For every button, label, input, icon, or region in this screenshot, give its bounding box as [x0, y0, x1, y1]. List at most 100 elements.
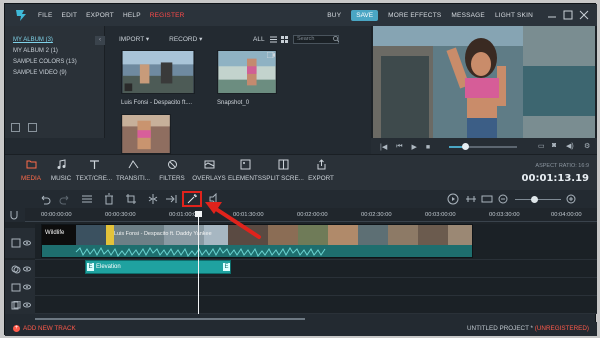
ruler-tick: 00:02:30:00 — [361, 212, 392, 218]
media-thumbnail[interactable] — [121, 114, 171, 154]
back-arrow-icon[interactable]: ‹ — [95, 36, 105, 45]
highlight-box — [182, 191, 202, 207]
ruler-tick: 00:01:30:00 — [233, 212, 264, 218]
edit-toolbar — [5, 190, 597, 208]
menu-register[interactable]: REGISTER — [150, 12, 185, 19]
settings-icon[interactable]: ⚙ — [584, 142, 590, 150]
stop-icon[interactable]: ■ — [426, 144, 430, 151]
video-track-header — [5, 228, 35, 258]
text-icon — [89, 160, 99, 169]
adjust-icon[interactable] — [81, 193, 93, 205]
grid-view-icon[interactable] — [281, 36, 288, 43]
menu-edit[interactable]: EDIT — [62, 12, 78, 19]
playhead-line[interactable] — [198, 214, 199, 314]
fit-icon[interactable] — [481, 193, 493, 205]
timeline-scrollbar[interactable] — [35, 318, 305, 320]
audio-clip[interactable]: E Elevation E — [85, 260, 231, 274]
redo-icon[interactable] — [59, 193, 71, 205]
clip-handle-right-icon[interactable]: E — [223, 263, 230, 271]
album-item[interactable]: SAMPLE VIDEO (9) — [5, 67, 104, 78]
speed-icon[interactable] — [165, 193, 177, 205]
text-track — [35, 278, 597, 296]
ruler-tick: 00:03:00:00 — [425, 212, 456, 218]
clip-caption: Luis Fonsi - Despacito ft. Daddy Yankee — [114, 231, 212, 237]
marker-icon[interactable] — [465, 193, 477, 205]
transition-icon — [128, 160, 138, 169]
music-track-icon — [11, 301, 21, 310]
preview-panel — [371, 26, 597, 138]
menu-right-group: BUY SAVE MORE EFFECTS MESSAGE LIGHT SKIN — [327, 4, 591, 26]
album-item[interactable]: MY ALBUM 2 (1) — [5, 45, 104, 56]
music-track-header — [5, 296, 35, 314]
ruler-tick: 00:02:00:00 — [297, 212, 328, 218]
list-view-icon[interactable] — [270, 36, 277, 43]
eye-icon[interactable] — [23, 266, 31, 272]
close-icon[interactable] — [577, 9, 591, 21]
video-clip[interactable]: Wildlife Luis Fonsi - Despacito ft. Dadd… — [41, 224, 473, 258]
volume-icon[interactable]: ◀) — [566, 142, 574, 150]
minimize-icon[interactable] — [545, 9, 559, 21]
add-new-track-button[interactable]: ADD NEW TRACK — [23, 325, 76, 332]
save-button[interactable]: SAVE — [351, 9, 379, 21]
rewind-icon[interactable]: ⏮ — [396, 143, 402, 151]
split-screen-icon — [278, 159, 288, 170]
prev-frame-icon[interactable]: |◀ — [380, 143, 387, 151]
more-effects-link[interactable]: MORE EFFECTS — [388, 12, 441, 19]
album-item[interactable]: MY ALBUM (3) — [5, 34, 104, 45]
album-item[interactable]: SAMPLE COLORS (13) — [5, 56, 104, 67]
zoom-out-icon[interactable] — [497, 193, 509, 205]
record-dropdown[interactable]: RECORD ▾ — [169, 35, 202, 43]
tab-transitions[interactable]: TRANSITI... — [111, 159, 155, 182]
media-thumbnail[interactable] — [121, 50, 195, 94]
zoom-slider-knob[interactable] — [531, 196, 538, 203]
zoom-in-icon[interactable] — [565, 193, 577, 205]
menu-bar: FILE EDIT EXPORT HELP REGISTER BUY SAVE … — [5, 4, 597, 26]
text-track-header — [5, 278, 35, 296]
add-folder-icon[interactable] — [11, 123, 20, 132]
preview-progress[interactable] — [449, 143, 517, 150]
audio-mixer-icon[interactable] — [209, 193, 221, 205]
text-track-icon — [11, 283, 21, 292]
preview-scrubber[interactable] — [462, 143, 469, 150]
filmora-logo-icon — [16, 10, 26, 21]
zoom-slider[interactable] — [515, 199, 561, 200]
add-track-icon[interactable]: + — [13, 325, 20, 332]
buy-link[interactable]: BUY — [327, 12, 341, 19]
eye-icon[interactable] — [23, 302, 31, 308]
maximize-icon[interactable] — [561, 9, 575, 21]
message-link[interactable]: MESSAGE — [451, 12, 485, 19]
eye-icon[interactable] — [23, 284, 31, 290]
menu-export[interactable]: EXPORT — [86, 12, 114, 19]
library-tools — [11, 123, 37, 132]
thumbnail-label: Luis Fonsi - Despacito ft.... — [121, 100, 193, 106]
video-track-icon — [11, 238, 21, 248]
filter-all[interactable]: ALL — [253, 36, 265, 43]
clip-handle-left-icon[interactable]: E — [87, 263, 94, 271]
search-icon — [333, 36, 339, 42]
eye-icon[interactable] — [23, 240, 31, 246]
snapshot-icon[interactable]: ◙ — [552, 142, 556, 149]
magnet-icon[interactable] — [9, 210, 19, 220]
preview-frame — [373, 26, 595, 138]
undo-icon[interactable] — [39, 193, 51, 205]
import-dropdown[interactable]: IMPORT ▾ — [119, 35, 149, 43]
menu-file[interactable]: FILE — [38, 12, 53, 19]
delete-icon[interactable] — [103, 193, 115, 205]
tab-export[interactable]: EXPORT — [299, 159, 343, 182]
fullscreen-icon[interactable]: ▭ — [538, 142, 545, 150]
tab-text-credits[interactable]: TEXT/CRE... — [72, 159, 116, 182]
light-skin-link[interactable]: LIGHT SKIN — [495, 12, 533, 19]
export-icon — [317, 159, 325, 170]
delete-folder-icon[interactable] — [28, 123, 37, 132]
menu-help[interactable]: HELP — [123, 12, 141, 19]
timeline-ruler[interactable]: 00:00:00:00 00:00:30:00 00:01:00:00 00:0… — [25, 208, 597, 222]
render-icon[interactable] — [447, 193, 459, 205]
clip-title: Wildlife — [45, 230, 65, 236]
status-bar: + ADD NEW TRACK UNTITLED PROJECT * (UNRE… — [5, 322, 597, 336]
audio-clip-label: Elevation — [96, 264, 121, 270]
crop-icon[interactable] — [125, 193, 137, 205]
folder-icon — [26, 160, 36, 169]
split-icon[interactable] — [147, 193, 159, 205]
aspect-ratio-label: ASPECT RATIO: 16:9 — [535, 163, 589, 169]
play-icon[interactable]: ▶ — [412, 143, 417, 151]
